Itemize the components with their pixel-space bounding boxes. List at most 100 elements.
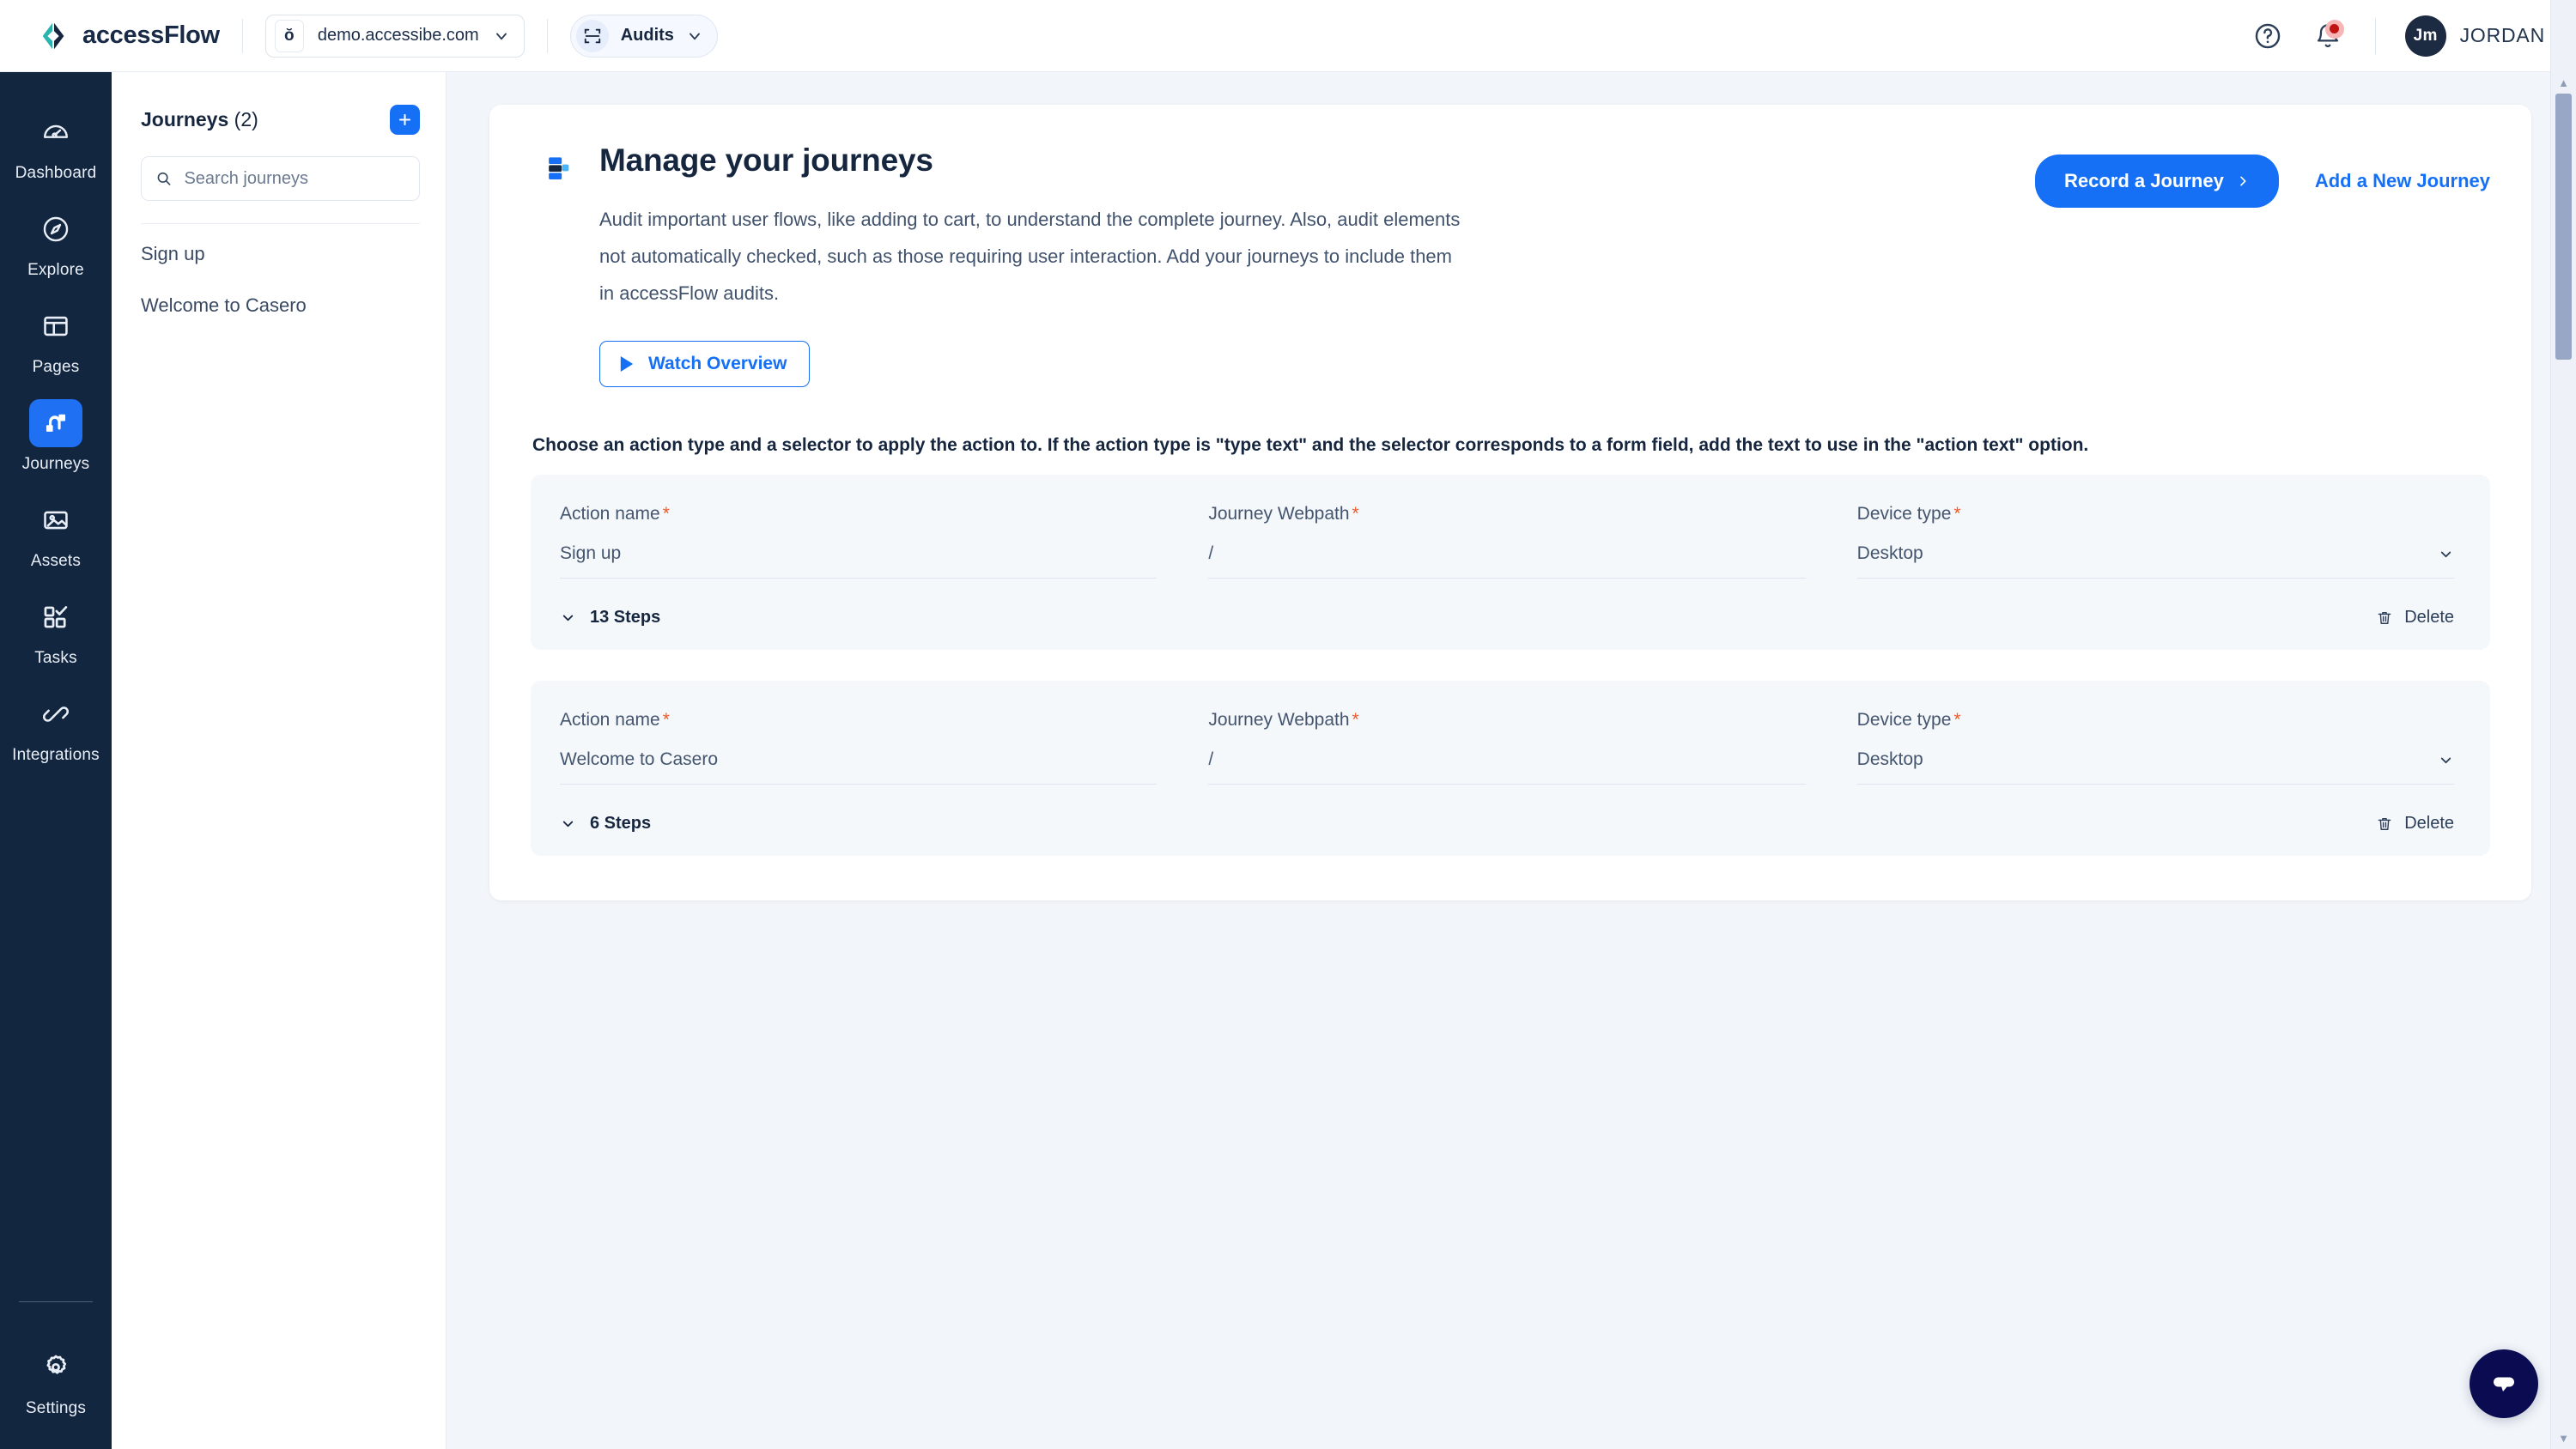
search-input[interactable] (184, 168, 405, 189)
record-a-journey-button[interactable]: Record a Journey (2035, 155, 2279, 208)
record-button-label: Record a Journey (2064, 170, 2224, 191)
chevron-right-icon (2240, 176, 2246, 186)
label-text: Device type (1856, 710, 1952, 730)
scrollbar-thumb[interactable] (2555, 94, 2572, 360)
steps-toggle[interactable]: 13 Steps (560, 608, 660, 627)
user-name: JORDAN (2459, 24, 2545, 46)
journey-webpath-value: / (1208, 543, 1214, 563)
card-text-block: Manage your journeys Audit important use… (599, 142, 1467, 387)
sidebar-item-explore[interactable]: Explore (0, 193, 112, 290)
section-selector-audits[interactable]: Audits (569, 14, 718, 58)
action-name-input[interactable]: Welcome to Casero (560, 749, 1157, 785)
device-type-label: Device type * (1857, 710, 2454, 731)
body: Dashboard Explore Pages Journeys Assets … (0, 72, 2576, 1449)
action-name-field: Action name * Sign up (560, 504, 1193, 579)
app-root: accessFlow ŏ demo.accessibe.com Audits J… (0, 0, 2576, 1449)
journey-fields: Action name* Sign up Journey Webpath* (560, 504, 2454, 579)
delete-label: Delete (2404, 814, 2454, 833)
journey-webpath-input[interactable]: / (1208, 543, 1806, 579)
journey-list-item[interactable]: Welcome to Casero (141, 276, 420, 327)
search-journeys-box[interactable] (141, 156, 420, 201)
watch-overview-label: Watch Overview (648, 354, 787, 373)
scroll-up-arrow[interactable]: ▲ (2558, 72, 2569, 94)
gauge-icon (29, 108, 82, 156)
journeys-icon (29, 399, 82, 447)
sidebar-item-label: Dashboard (15, 164, 97, 182)
page-title: Manage your journeys (599, 142, 933, 178)
action-name-label: Action name * (560, 710, 1157, 731)
required-mark: * (662, 504, 670, 524)
divider (2374, 17, 2376, 54)
plus-icon (398, 113, 411, 126)
steps-toggle[interactable]: 6 Steps (560, 814, 651, 834)
journey-row-footer: 13 Steps Delete (560, 608, 2454, 627)
page-scrollbar[interactable]: ▲ ▼ (2550, 72, 2576, 1449)
sidebar-item-pages[interactable]: Pages (0, 290, 112, 387)
action-hint-text: Choose an action type and a selector to … (532, 435, 2089, 455)
delete-journey-button[interactable]: Delete (2376, 814, 2454, 834)
device-type-field: Device type * Desktop (1849, 504, 2454, 579)
delete-label: Delete (2404, 608, 2454, 627)
section-label: Audits (620, 26, 674, 45)
action-name-value: Sign up (560, 543, 622, 563)
device-type-label: Device type * (1857, 504, 2454, 524)
journey-list-item[interactable]: Sign up (141, 224, 420, 276)
journey-webpath-label: Journey Webpath * (1208, 710, 1805, 731)
accessflow-logo-icon (42, 22, 64, 49)
label-text: Journey Webpath (1208, 504, 1350, 524)
sidebar-item-label: Assets (30, 552, 82, 570)
add-new-journey-link[interactable]: Add a New Journey (2315, 170, 2490, 192)
plug-icon (29, 690, 82, 738)
label-text: Device type (1856, 504, 1952, 524)
device-type-select[interactable]: Desktop (1856, 749, 2454, 785)
journey-row: Action name * Welcome to Casero Journey W… (531, 681, 2490, 856)
steps-count-label: 13 Steps (590, 608, 661, 627)
brand[interactable]: accessFlow (38, 20, 220, 52)
required-mark: * (1953, 504, 1961, 524)
action-name-field: Action name * Welcome to Casero (560, 710, 1193, 785)
action-name-label: Action name * (560, 504, 1157, 524)
chevron-down-icon (562, 615, 574, 621)
journey-webpath-input[interactable]: / (1208, 749, 1806, 785)
chevron-down-icon (562, 821, 574, 828)
scrollbar-track[interactable] (2551, 94, 2576, 1428)
top-bar: accessFlow ŏ demo.accessibe.com Audits J… (0, 0, 2576, 72)
journey-fields: Action name * Welcome to Casero Journey W… (560, 710, 2454, 785)
site-selector[interactable]: ŏ demo.accessibe.com (264, 14, 525, 58)
required-mark: * (1352, 710, 1359, 730)
notification-badge (2324, 19, 2344, 39)
notifications-icon[interactable] (2310, 18, 2346, 54)
sidebar-item-journeys[interactable]: Journeys (0, 387, 112, 484)
divider (19, 1301, 93, 1302)
layout-icon (29, 302, 82, 350)
device-type-value: Desktop (1856, 543, 1923, 563)
add-journey-button[interactable] (390, 105, 420, 135)
card-description: Audit important user flows, like adding … (599, 209, 1461, 304)
chevron-down-icon (690, 33, 700, 39)
sidebar-item-label: Explore (27, 261, 84, 279)
required-mark: * (1953, 710, 1961, 730)
journeys-title-text: Journeys (141, 108, 229, 130)
help-icon[interactable] (2250, 18, 2286, 54)
delete-journey-button[interactable]: Delete (2376, 608, 2454, 627)
label-text: Action name (560, 710, 660, 730)
chat-widget-button[interactable] (2470, 1349, 2538, 1418)
device-type-select[interactable]: Desktop (1856, 543, 2454, 579)
sidebar-item-settings[interactable]: Settings (0, 1331, 112, 1428)
journey-row: Action name* Sign up Journey Webpath* (531, 475, 2490, 650)
action-name-input[interactable]: Sign up (560, 543, 1157, 579)
user-menu[interactable]: Jm JORDAN (2404, 15, 2545, 57)
scroll-down-arrow[interactable]: ▼ (2558, 1428, 2569, 1449)
watch-overview-button[interactable]: Watch Overview (599, 341, 811, 387)
sidebar-item-dashboard[interactable]: Dashboard (0, 96, 112, 193)
sidebar-item-label: Journeys (21, 455, 90, 473)
sidebar-item-integrations[interactable]: Integrations (0, 678, 112, 775)
label-text: Action name (560, 504, 660, 524)
sidebar-rail: Dashboard Explore Pages Journeys Assets … (0, 72, 112, 1449)
sidebar-item-tasks[interactable]: Tasks (0, 581, 112, 678)
chevron-down-icon (2440, 757, 2451, 763)
sidebar-item-assets[interactable]: Assets (0, 484, 112, 581)
required-mark: * (662, 710, 670, 730)
sidebar-item-label: Settings (25, 1399, 87, 1417)
journey-row-footer: 6 Steps Delete (560, 814, 2454, 834)
